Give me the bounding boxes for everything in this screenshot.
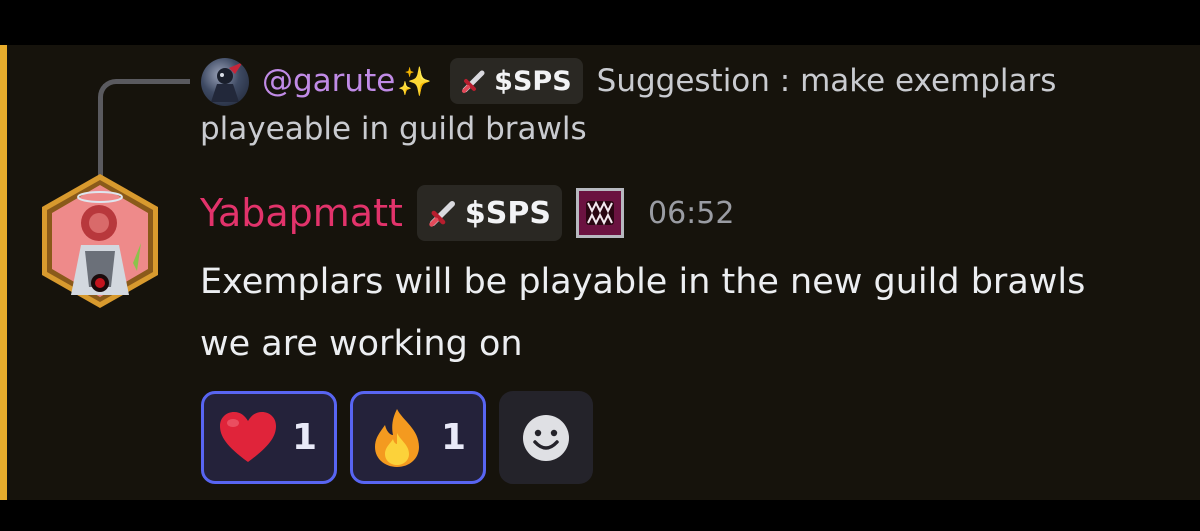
highlight-accent-bar — [0, 45, 7, 500]
reply-text-line2: playeable in guild brawls — [200, 111, 587, 147]
message-timestamp[interactable]: 06:52 — [648, 196, 734, 231]
message-header: Yabapmatt $SPS 06:52 — [200, 185, 734, 241]
sparkle-icon: ✨ — [397, 64, 433, 98]
reply-username[interactable]: @garute — [262, 63, 395, 99]
add-reaction-smiley-icon — [523, 414, 569, 461]
monster-mouth-badge-icon[interactable] — [575, 188, 624, 238]
fire-icon — [375, 408, 419, 467]
message-content: Exemplars will be playable in the new gu… — [200, 251, 1160, 375]
reply-preview[interactable]: @garute ✨ $SPS Suggestion : make exempla… — [262, 57, 1056, 105]
author-avatar[interactable] — [37, 171, 163, 311]
reply-guild-tag[interactable]: $SPS — [450, 58, 583, 104]
reaction-fire-count: 1 — [441, 417, 467, 458]
sword-icon — [429, 201, 455, 227]
reply-text-line1: Suggestion : make exemplars — [596, 63, 1057, 99]
heart-icon — [220, 411, 276, 462]
reaction-fire[interactable]: 1 — [350, 391, 486, 484]
reaction-bar: 1 1 — [201, 391, 593, 484]
message-content-line2: we are working on — [200, 324, 523, 364]
author-name[interactable]: Yabapmatt — [200, 191, 403, 235]
chat-message: @garute ✨ $SPS Suggestion : make exempla… — [0, 45, 1200, 500]
message-content-line1: Exemplars will be playable in the new gu… — [200, 262, 1086, 302]
sword-icon — [462, 70, 485, 93]
author-guild-tag[interactable]: $SPS — [416, 185, 562, 241]
reply-avatar[interactable] — [201, 58, 249, 106]
character-icon — [211, 62, 243, 102]
reaction-heart[interactable]: 1 — [201, 391, 337, 484]
reaction-heart-count: 1 — [292, 417, 318, 458]
add-reaction-button[interactable] — [499, 391, 593, 484]
reply-guild-tag-label: $SPS — [494, 65, 572, 97]
author-avatar-image — [42, 174, 158, 308]
author-guild-tag-label: $SPS — [464, 195, 551, 231]
